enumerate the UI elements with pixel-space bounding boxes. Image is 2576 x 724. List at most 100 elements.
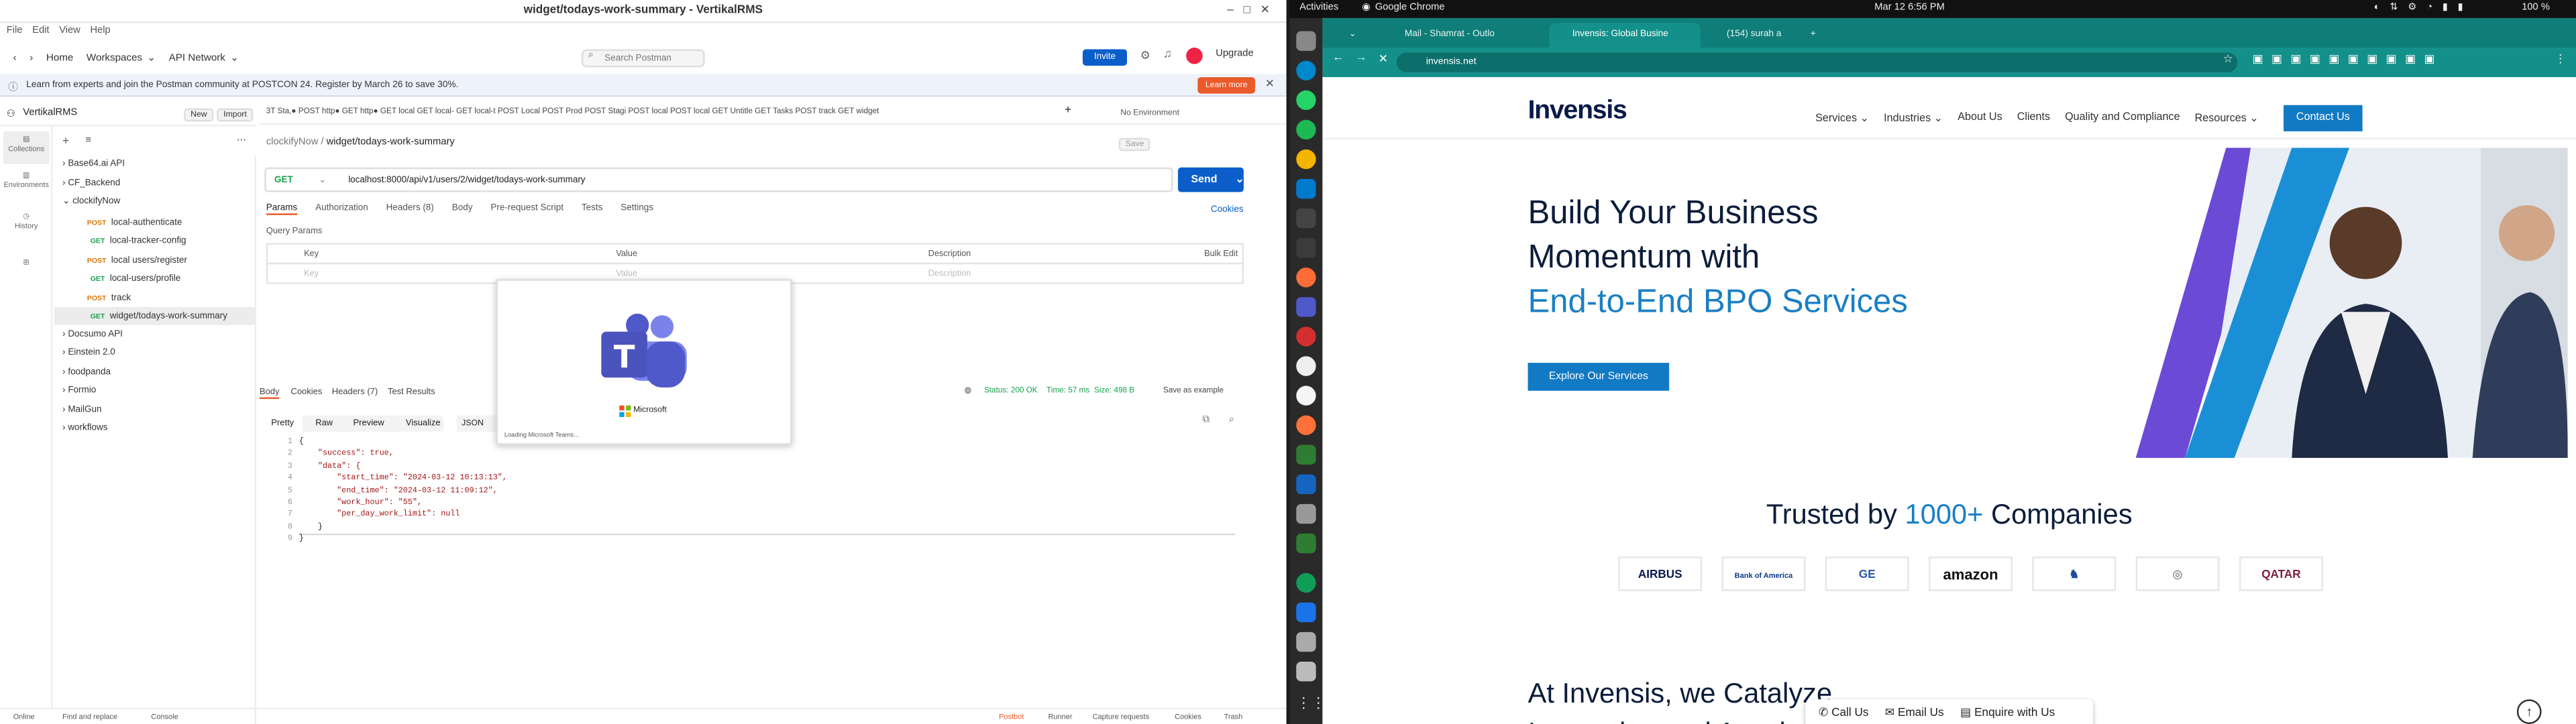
app-icon[interactable] xyxy=(1296,572,1316,593)
app-icon[interactable] xyxy=(1296,385,1316,406)
value-input[interactable]: Value xyxy=(616,269,637,280)
tree-folder[interactable]: › Base64.ai API xyxy=(54,156,255,174)
vscode-icon[interactable] xyxy=(1296,178,1316,199)
upgrade-button[interactable]: Upgrade xyxy=(1216,49,1253,59)
slack-icon[interactable] xyxy=(1296,238,1316,258)
app-name[interactable]: Google Chrome xyxy=(1375,0,1445,18)
tray-icons[interactable]: ◐⇅⚙◔▮▮ xyxy=(2374,0,2473,18)
more-icon[interactable]: ⋯ xyxy=(237,135,247,146)
firefox-icon[interactable] xyxy=(1296,415,1316,435)
workspace-name[interactable]: VertikalRMS xyxy=(23,109,77,119)
tab-test-results[interactable]: Test Results xyxy=(388,387,435,398)
footer-trash[interactable]: Trash xyxy=(1224,709,1243,724)
teams-icon[interactable] xyxy=(1296,297,1316,317)
tab-tests[interactable]: Tests xyxy=(582,204,602,215)
import-button[interactable]: Import xyxy=(217,108,254,122)
enquire-button[interactable]: ▤ Enquire with Us xyxy=(1960,699,2055,724)
add-tab-icon[interactable]: + xyxy=(1065,105,1071,117)
sheets-icon[interactable] xyxy=(1296,444,1316,465)
extension-icons[interactable]: ▣▣▣▣▣▣▣▣▣▣ xyxy=(2253,52,2443,66)
nav-industries[interactable]: Industries ⌄ xyxy=(1884,112,1943,125)
explore-services-button[interactable]: Explore Our Services xyxy=(1527,363,1670,391)
footer-capture[interactable]: Capture requests xyxy=(1093,709,1150,724)
menu-file[interactable]: File xyxy=(7,26,23,36)
tree-request-selected[interactable]: GET widget/todays-work-summary xyxy=(54,306,255,325)
new-button[interactable]: New xyxy=(184,108,214,122)
save-as-example-button[interactable]: Save as example xyxy=(1163,387,1224,396)
footer-runner[interactable]: Runner xyxy=(1048,709,1072,724)
text-editor-icon[interactable] xyxy=(1296,503,1316,524)
nav-clients[interactable]: Clients xyxy=(2017,112,2050,125)
view-raw[interactable]: Raw xyxy=(315,416,333,432)
bulk-edit-link[interactable]: Bulk Edit xyxy=(1204,249,1238,259)
nav-resources[interactable]: Resources ⌄ xyxy=(2195,112,2259,125)
chevron-down-icon[interactable]: ⌄ xyxy=(1235,174,1244,186)
tree-folder[interactable]: › workflows xyxy=(54,420,255,438)
window-controls[interactable]: –□✕ xyxy=(1227,3,1279,17)
tree-folder[interactable]: › Formio xyxy=(54,383,255,401)
app-icon[interactable] xyxy=(1296,474,1316,495)
contact-us-button[interactable]: Contact Us xyxy=(2284,105,2363,131)
forward-icon[interactable]: → xyxy=(1355,52,1366,64)
tab-response-body[interactable]: Body xyxy=(259,387,280,400)
tree-request[interactable]: GET local-tracker-config xyxy=(54,231,255,249)
tab-youtube[interactable]: (154) surah a xyxy=(1704,23,1803,48)
avatar[interactable] xyxy=(1186,48,1203,64)
activities-button[interactable]: Activities xyxy=(1299,0,1338,18)
tree-folder[interactable]: › MailGun xyxy=(54,402,255,420)
workspaces-menu[interactable]: Workspaces ⌄ xyxy=(87,52,156,64)
tab-params[interactable]: Params xyxy=(266,204,298,215)
chrome-dock-icon[interactable] xyxy=(1296,149,1316,170)
sidebar-item-history[interactable]: ◷ History xyxy=(3,212,50,241)
url-input[interactable]: localhost:8000/api/v1/users/2/widget/tod… xyxy=(348,169,585,192)
apps-icon[interactable]: ⊞ xyxy=(3,257,50,267)
stop-icon[interactable]: ✕ xyxy=(1379,52,1388,66)
invite-button[interactable]: Invite xyxy=(1082,49,1128,66)
tab-headers[interactable]: Headers (8) xyxy=(386,204,434,215)
drive-icon[interactable] xyxy=(1296,661,1316,682)
tree-folder[interactable]: ⌄ clockifyNow xyxy=(54,194,255,212)
tab-outlook[interactable]: Mail - Shamrat - Outlo xyxy=(1365,23,1546,48)
app-icon[interactable] xyxy=(1296,356,1316,376)
forward-arrow-icon[interactable]: › xyxy=(30,52,33,64)
tab-authorization[interactable]: Authorization xyxy=(315,204,368,215)
search-input[interactable]: Search Postman xyxy=(581,49,705,68)
back-arrow-icon[interactable]: ‹ xyxy=(13,52,17,64)
save-button[interactable]: Save xyxy=(1118,137,1151,152)
postman-icon[interactable] xyxy=(1296,267,1316,288)
close-icon[interactable]: ✕ xyxy=(1265,77,1275,90)
tab-pre-request[interactable]: Pre-request Script xyxy=(490,204,564,215)
description-input[interactable]: Description xyxy=(928,269,971,280)
filter-icon[interactable]: ≡ xyxy=(85,136,91,146)
tab-response-cookies[interactable]: Cookies xyxy=(290,387,322,398)
bell-icon[interactable]: ♫ xyxy=(1163,49,1172,60)
chrome-menu-icon[interactable]: ⋮ xyxy=(2555,52,2566,66)
menu-edit[interactable]: Edit xyxy=(32,26,49,36)
tree-request[interactable]: POST track xyxy=(54,288,255,306)
tree-folder[interactable]: › foodpanda xyxy=(54,363,255,381)
footer-console[interactable]: Console xyxy=(151,709,178,724)
drive-icon[interactable] xyxy=(1296,631,1316,652)
bookmark-star-icon[interactable]: ☆ xyxy=(2222,52,2233,66)
breadcrumb-collection[interactable]: clockifyNow xyxy=(266,138,319,148)
tree-folder[interactable]: › Einstein 2.0 xyxy=(54,345,255,363)
email-us-button[interactable]: ✉ Email Us xyxy=(1885,699,1944,724)
gear-icon[interactable]: ⚙ xyxy=(1140,49,1150,62)
spotify-icon[interactable] xyxy=(1296,119,1316,140)
tab-body[interactable]: Body xyxy=(452,204,473,215)
home-link[interactable]: Home xyxy=(46,52,73,64)
nav-quality[interactable]: Quality and Compliance xyxy=(2065,112,2180,125)
view-preview[interactable]: Preview xyxy=(354,416,384,432)
tree-folder[interactable]: › CF_Backend xyxy=(54,175,255,193)
new-tab-icon[interactable]: + xyxy=(1804,23,1827,48)
tab-search-icon[interactable]: ⌄ xyxy=(1326,23,1362,48)
key-input[interactable]: Key xyxy=(304,269,319,280)
cookies-link[interactable]: Cookies xyxy=(1211,205,1244,215)
view-pretty[interactable]: Pretty xyxy=(262,415,303,432)
call-us-button[interactable]: ✆ Call Us xyxy=(1819,699,1868,724)
menu-help[interactable]: Help xyxy=(91,26,111,36)
tree-folder[interactable]: › Docsumo API xyxy=(54,326,255,344)
whatsapp-icon[interactable] xyxy=(1296,90,1316,111)
tree-request[interactable]: POST local users/register xyxy=(54,250,255,268)
menu-view[interactable]: View xyxy=(59,26,80,36)
